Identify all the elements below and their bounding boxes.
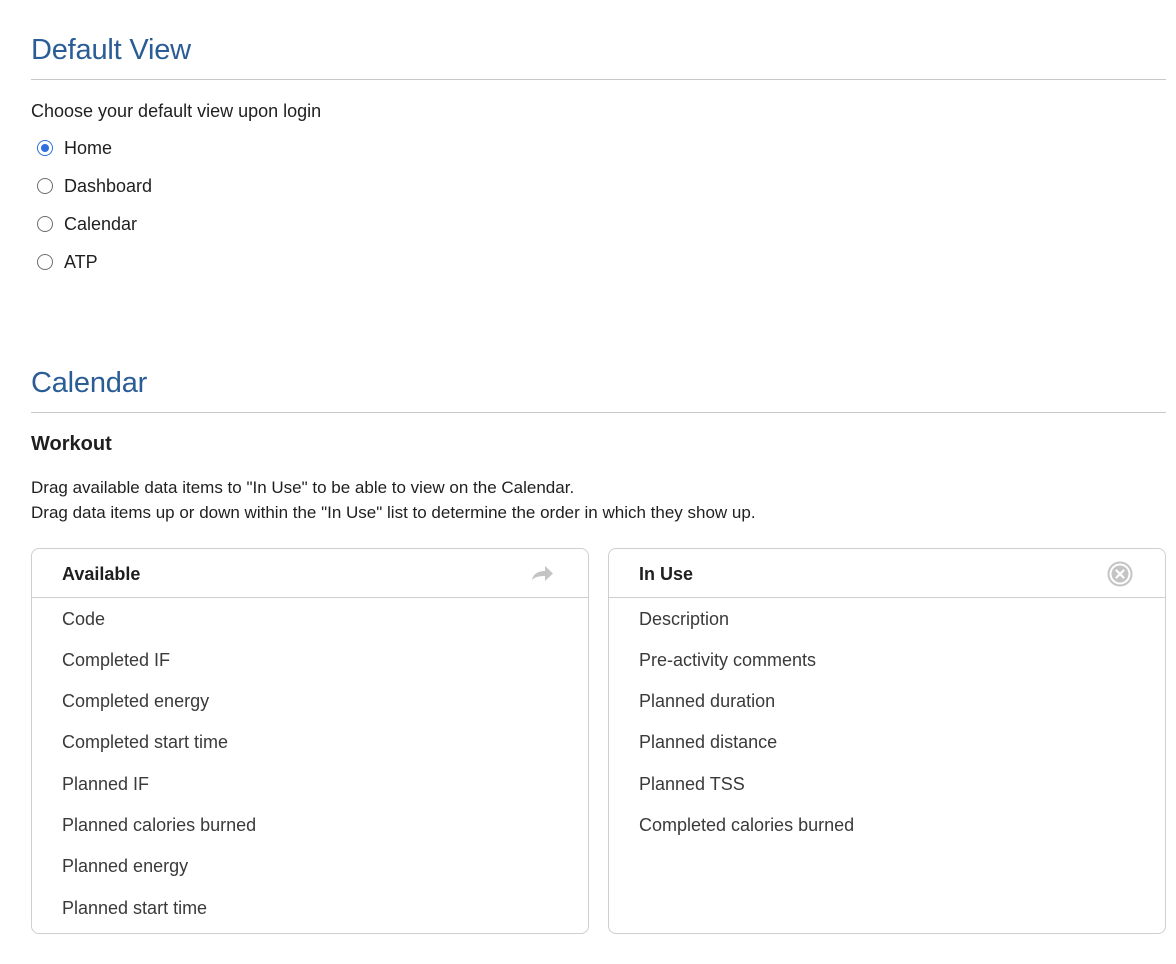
in-use-panel: In Use Description Pre-activity comments… xyxy=(608,548,1166,934)
default-view-prompt: Choose your default view upon login xyxy=(31,101,322,121)
calendar-section-title: Calendar xyxy=(31,367,148,399)
available-item[interactable]: Planned start time xyxy=(62,898,207,919)
available-item[interactable]: Completed start time xyxy=(62,732,228,753)
radio-button-atp[interactable] xyxy=(37,254,53,270)
available-item[interactable]: Completed energy xyxy=(62,691,209,712)
workout-heading: Workout xyxy=(31,433,112,455)
calendar-section-divider xyxy=(31,412,1166,413)
workout-help-line-2: Drag data items up or down within the "I… xyxy=(31,503,756,522)
radio-label-atp[interactable]: ATP xyxy=(64,252,98,273)
available-panel: Available Code Completed IF Completed en… xyxy=(31,548,589,934)
in-use-item[interactable]: Pre-activity comments xyxy=(639,650,816,671)
radio-button-home[interactable] xyxy=(37,140,53,156)
in-use-item[interactable]: Description xyxy=(639,609,729,630)
radio-label-calendar[interactable]: Calendar xyxy=(64,214,137,235)
forward-arrow-icon[interactable] xyxy=(529,561,555,587)
in-use-item[interactable]: Completed calories burned xyxy=(639,815,854,836)
available-panel-header: Available xyxy=(32,549,588,598)
available-item[interactable]: Planned IF xyxy=(62,774,149,795)
available-item[interactable]: Planned calories burned xyxy=(62,815,256,836)
available-panel-title: Available xyxy=(62,564,141,584)
workout-help-line-1: Drag available data items to "In Use" to… xyxy=(31,478,575,497)
default-view-title: Default View xyxy=(31,34,191,66)
radio-option-calendar[interactable]: Calendar xyxy=(37,213,137,235)
radio-label-dashboard[interactable]: Dashboard xyxy=(64,176,152,197)
in-use-panel-header: In Use xyxy=(609,549,1165,598)
available-item[interactable]: Completed IF xyxy=(62,650,170,671)
in-use-panel-title: In Use xyxy=(639,564,694,584)
radio-label-home[interactable]: Home xyxy=(64,138,112,159)
in-use-item[interactable]: Planned TSS xyxy=(639,774,745,795)
radio-button-calendar[interactable] xyxy=(37,216,53,232)
in-use-item[interactable]: Planned distance xyxy=(639,732,777,753)
radio-option-dashboard[interactable]: Dashboard xyxy=(37,175,152,197)
radio-option-home[interactable]: Home xyxy=(37,137,112,159)
clear-circle-icon[interactable] xyxy=(1107,561,1133,587)
radio-button-dashboard[interactable] xyxy=(37,178,53,194)
radio-option-atp[interactable]: ATP xyxy=(37,251,98,273)
in-use-item[interactable]: Planned duration xyxy=(639,691,775,712)
available-item[interactable]: Planned energy xyxy=(62,856,188,877)
available-item[interactable]: Code xyxy=(62,609,105,630)
default-view-divider xyxy=(31,79,1166,80)
